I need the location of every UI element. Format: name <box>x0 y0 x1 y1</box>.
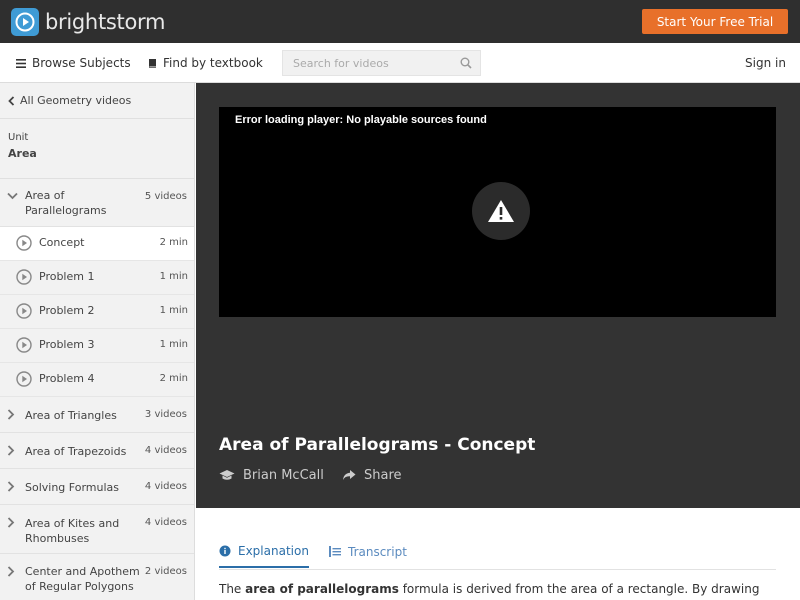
lesson-duration: 1 min <box>159 305 188 316</box>
chevron-down-icon <box>7 192 18 200</box>
section-area-of-trapezoids[interactable]: Area of Trapezoids 4 videos <box>0 433 194 469</box>
menu-icon <box>16 58 26 68</box>
back-label: All Geometry videos <box>20 94 132 107</box>
section-count: 3 videos <box>144 409 187 420</box>
search-icon[interactable] <box>460 57 472 69</box>
section-title: Area of Parallelograms <box>25 189 107 217</box>
browse-subjects-link[interactable]: Browse Subjects <box>16 43 131 83</box>
chevron-right-icon <box>7 409 15 420</box>
section-area-of-kites-and-rhombuses[interactable]: Area of Kites and Rhombuses 4 videos <box>0 505 194 554</box>
section-solving-formulas[interactable]: Solving Formulas 4 videos <box>0 469 194 505</box>
tab-transcript[interactable]: Transcript <box>329 535 407 568</box>
find-by-textbook-label: Find by textbook <box>163 56 263 70</box>
play-circle-icon <box>16 235 32 251</box>
lesson-title: Problem 1 <box>39 270 95 283</box>
search-box <box>282 50 481 76</box>
unit-label: Unit <box>8 132 29 143</box>
lesson-title: Concept <box>39 236 85 249</box>
section-area-of-triangles[interactable]: Area of Triangles 3 videos <box>0 397 194 433</box>
unit-header: Unit Area <box>0 119 194 179</box>
lesson-duration: 1 min <box>159 339 188 350</box>
player-error-message: Error loading player: No playable source… <box>235 114 487 126</box>
section-area-of-parallelograms[interactable]: Area of Parallelograms 5 videos <box>0 179 194 227</box>
book-icon <box>149 59 156 68</box>
section-center-and-apothem[interactable]: Center and Apothem of Regular Polygons 2 … <box>0 554 194 600</box>
section-title: Solving Formulas <box>25 481 119 494</box>
section-count: 5 videos <box>144 191 187 202</box>
search-input[interactable] <box>283 56 453 70</box>
tab-explanation[interactable]: Explanation <box>219 535 309 568</box>
graduation-cap-icon <box>219 470 235 480</box>
tab-transcript-label: Transcript <box>348 544 407 559</box>
tab-explanation-label: Explanation <box>238 543 309 558</box>
play-circle-icon <box>16 337 32 353</box>
video-player[interactable]: Error loading player: No playable source… <box>219 107 776 317</box>
section-count: 4 videos <box>144 481 187 492</box>
video-title: Area of Parallelograms - Concept <box>219 435 536 455</box>
share-button[interactable]: Share <box>342 465 402 485</box>
lesson-title: Problem 3 <box>39 338 95 351</box>
nav-bar: Browse Subjects Find by textbook Sign in <box>0 43 800 83</box>
all-geometry-videos-link[interactable]: All Geometry videos <box>0 83 194 119</box>
author-link[interactable]: Brian McCall <box>219 465 324 485</box>
brightstorm-logo[interactable]: brightstorm <box>11 8 165 36</box>
play-circle-icon <box>16 371 32 387</box>
play-circle-icon <box>16 303 32 319</box>
video-stage: Error loading player: No playable source… <box>196 83 800 508</box>
section-title: Center and Apothem of Regular Polygons <box>25 565 140 593</box>
logo-text: brightstorm <box>45 10 166 34</box>
warning-icon <box>472 182 530 240</box>
sidebar: All Geometry videos Unit Area Area of Par… <box>0 83 195 600</box>
lesson-duration: 2 min <box>159 237 188 248</box>
lesson-item[interactable]: Problem 1 1 min <box>0 261 194 295</box>
lesson-item[interactable]: Problem 3 1 min <box>0 329 194 363</box>
share-label: Share <box>364 467 402 483</box>
sign-in-link[interactable]: Sign in <box>745 43 786 83</box>
chevron-right-icon <box>7 566 15 577</box>
section-count: 4 videos <box>144 517 187 528</box>
chevron-right-icon <box>7 481 15 492</box>
tab-divider <box>219 569 776 570</box>
lesson-title: Problem 2 <box>39 304 95 317</box>
section-title: Area of Triangles <box>25 409 117 422</box>
lesson-item[interactable]: Concept 2 min <box>0 227 194 261</box>
explanation-text: The area of parallelograms formula is de… <box>219 582 760 596</box>
chevron-left-icon <box>8 95 15 106</box>
play-logo-icon <box>11 8 39 36</box>
lesson-duration: 1 min <box>159 271 188 282</box>
transcript-icon <box>329 546 341 557</box>
unit-name: Area <box>8 147 37 160</box>
section-title: Area of Kites and Rhombuses <box>25 517 120 545</box>
share-icon <box>343 470 356 480</box>
lesson-duration: 2 min <box>159 373 188 384</box>
author-name: Brian McCall <box>243 467 324 483</box>
section-count: 4 videos <box>144 445 187 456</box>
browse-subjects-label: Browse Subjects <box>32 56 131 70</box>
section-count: 2 videos <box>144 566 187 577</box>
explanation-bold-term: area of parallelograms <box>245 582 399 596</box>
start-free-trial-button[interactable]: Start Your Free Trial <box>642 9 788 34</box>
chevron-right-icon <box>7 517 15 528</box>
lesson-title: Problem 4 <box>39 372 95 385</box>
chevron-right-icon <box>7 445 15 456</box>
lesson-item[interactable]: Problem 4 2 min <box>0 363 194 397</box>
section-title: Area of Trapezoids <box>25 445 127 458</box>
top-bar: brightstorm Start Your Free Trial <box>0 0 800 43</box>
info-icon <box>219 545 231 556</box>
lesson-item[interactable]: Problem 2 1 min <box>0 295 194 329</box>
play-circle-icon <box>16 269 32 285</box>
find-by-textbook-link[interactable]: Find by textbook <box>148 43 263 83</box>
